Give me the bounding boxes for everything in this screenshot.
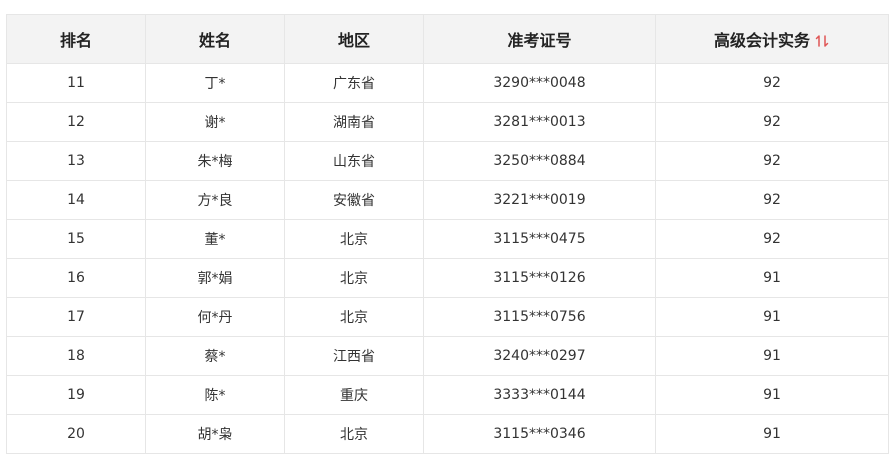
name-cell: 朱*梅 [145,141,285,181]
rank-cell: 19 [6,375,146,415]
score-cell: 92 [655,180,889,220]
name-cell: 谢* [145,102,285,142]
table-row: 20 胡*枭 北京 3115***0346 91 [6,414,889,454]
score-cell: 92 [655,102,889,142]
header-score-sortable[interactable]: 高级会计实务 [655,14,889,64]
region-cell: 湖南省 [284,102,424,142]
rank-cell: 14 [6,180,146,220]
name-cell: 董* [145,219,285,259]
table-row: 11 丁* 广东省 3290***0048 92 [6,63,889,103]
header-exam-id: 准考证号 [423,14,656,64]
header-name: 姓名 [145,14,285,64]
name-cell: 丁* [145,63,285,103]
table-row: 14 方*良 安徽省 3221***0019 92 [6,180,889,220]
rank-cell: 13 [6,141,146,181]
name-cell: 胡*枭 [145,414,285,454]
score-cell: 91 [655,414,889,454]
score-cell: 91 [655,336,889,376]
name-cell: 陈* [145,375,285,415]
name-cell: 郭*娟 [145,258,285,298]
score-cell: 92 [655,63,889,103]
score-cell: 92 [655,219,889,259]
region-cell: 北京 [284,258,424,298]
rank-cell: 11 [6,63,146,103]
exam-id-cell: 3115***0475 [423,219,656,259]
exam-id-cell: 3333***0144 [423,375,656,415]
ranking-table-container: 排名 姓名 地区 准考证号 高级会计实务 11 丁* 广东省 3290***0048 9… [6,14,889,454]
rank-cell: 17 [6,297,146,337]
score-cell: 91 [655,258,889,298]
exam-id-cell: 3240***0297 [423,336,656,376]
header-rank: 排名 [6,14,146,64]
region-cell: 广东省 [284,63,424,103]
name-cell: 蔡* [145,336,285,376]
table-row: 16 郭*娟 北京 3115***0126 91 [6,258,889,298]
exam-id-cell: 3115***0126 [423,258,656,298]
sort-icon[interactable] [814,33,830,49]
region-cell: 江西省 [284,336,424,376]
exam-id-cell: 3290***0048 [423,63,656,103]
exam-id-cell: 3281***0013 [423,102,656,142]
exam-id-cell: 3115***0346 [423,414,656,454]
table-row: 12 谢* 湖南省 3281***0013 92 [6,102,889,142]
table-row: 13 朱*梅 山东省 3250***0884 92 [6,141,889,181]
region-cell: 北京 [284,414,424,454]
score-cell: 91 [655,297,889,337]
exam-id-cell: 3221***0019 [423,180,656,220]
header-region: 地区 [284,14,424,64]
rank-cell: 12 [6,102,146,142]
name-cell: 方*良 [145,180,285,220]
table-header-row: 排名 姓名 地区 准考证号 高级会计实务 [6,14,889,64]
table-body: 11 丁* 广东省 3290***0048 92 12 谢* 湖南省 3281***0013 92… [6,63,889,454]
score-cell: 91 [655,375,889,415]
table-row: 18 蔡* 江西省 3240***0297 91 [6,336,889,376]
rank-cell: 18 [6,336,146,376]
ranking-table: 排名 姓名 地区 准考证号 高级会计实务 11 丁* 广东省 3290***0048 9… [6,14,889,454]
score-cell: 92 [655,141,889,181]
rank-cell: 16 [6,258,146,298]
region-cell: 山东省 [284,141,424,181]
name-cell: 何*丹 [145,297,285,337]
exam-id-cell: 3250***0884 [423,141,656,181]
rank-cell: 15 [6,219,146,259]
rank-cell: 20 [6,414,146,454]
table-row: 15 董* 北京 3115***0475 92 [6,219,889,259]
region-cell: 北京 [284,297,424,337]
table-row: 19 陈* 重庆 3333***0144 91 [6,375,889,415]
region-cell: 北京 [284,219,424,259]
region-cell: 重庆 [284,375,424,415]
table-row: 17 何*丹 北京 3115***0756 91 [6,297,889,337]
exam-id-cell: 3115***0756 [423,297,656,337]
region-cell: 安徽省 [284,180,424,220]
